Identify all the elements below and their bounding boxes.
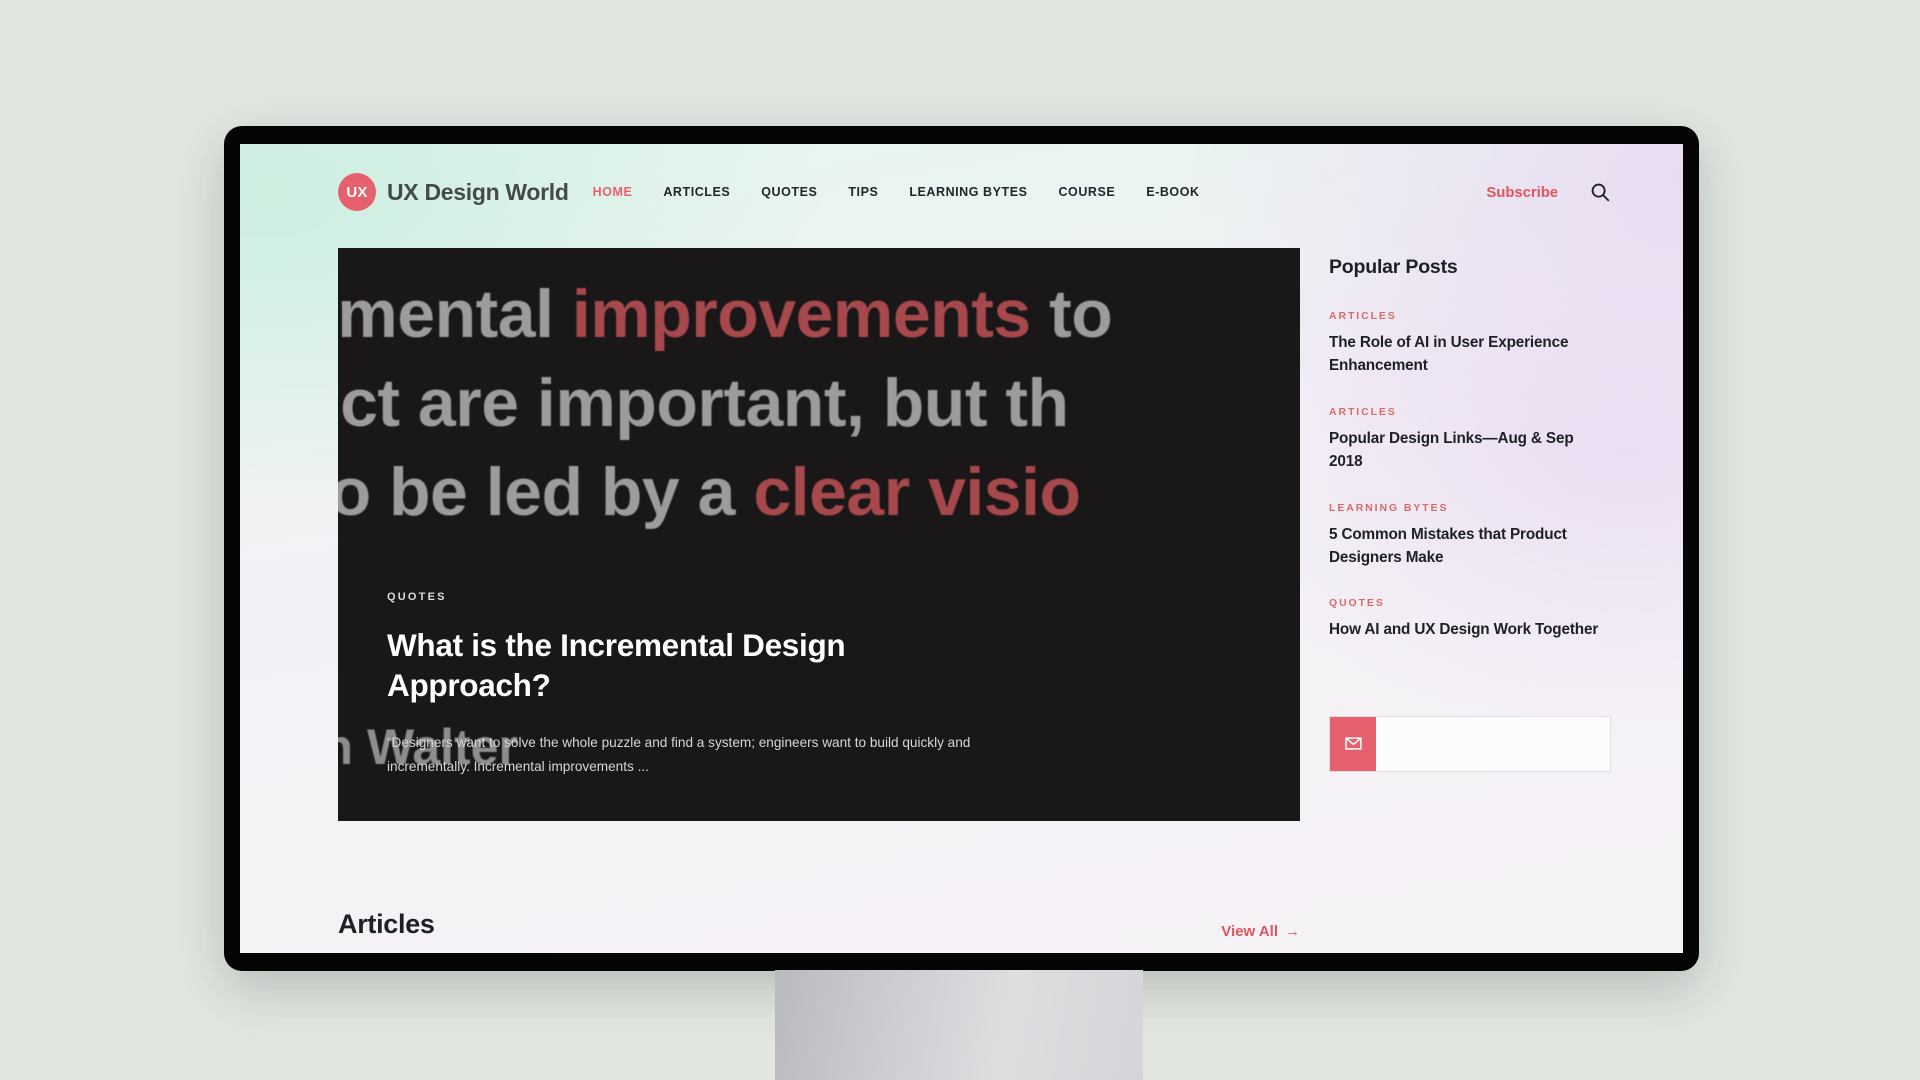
hero-excerpt: “Designers want to solve the whole puzzl… — [387, 734, 971, 774]
newsletter-email-input[interactable] — [1376, 716, 1610, 771]
logo-badge: UX — [338, 173, 376, 211]
popular-post-category[interactable]: QUOTES — [1329, 597, 1611, 609]
hero-title[interactable]: What is the Incremental Design Approach? — [387, 625, 947, 706]
nav-item-quotes[interactable]: QUOTES — [761, 185, 817, 199]
page-main: remental improvements to duct are import… — [338, 248, 1611, 953]
popular-post-headline[interactable]: How AI and UX Design Work Together — [1329, 618, 1611, 641]
site-name: UX Design World — [387, 178, 569, 205]
arrow-right-icon: → — [1285, 923, 1300, 940]
site-navbar: UX UX Design World HOME ARTICLES QUOTES … — [240, 144, 1683, 240]
main-content-column: remental improvements to duct are import… — [338, 248, 1300, 953]
popular-post-category[interactable]: ARTICLES — [1329, 310, 1611, 322]
popular-post-item[interactable]: ARTICLES The Role of AI in User Experien… — [1329, 310, 1611, 378]
popular-post-item[interactable]: QUOTES How AI and UX Design Work Togethe… — [1329, 597, 1611, 641]
popular-post-headline[interactable]: 5 Common Mistakes that Product Designers… — [1329, 523, 1611, 570]
monitor-stand — [775, 970, 1143, 1080]
popular-post-headline[interactable]: The Role of AI in User Experience Enhanc… — [1329, 331, 1611, 378]
subscribe-link[interactable]: Subscribe — [1486, 184, 1558, 201]
monitor-screen: UX UX Design World HOME ARTICLES QUOTES … — [240, 144, 1683, 953]
popular-post-item[interactable]: ARTICLES Popular Design Links—Aug & Sep … — [1329, 406, 1611, 474]
hero-overlay-content: QUOTES What is the Incremental Design Ap… — [387, 248, 1240, 821]
newsletter-signup-widget — [1329, 715, 1611, 772]
nav-item-ebook[interactable]: E-BOOK — [1146, 185, 1199, 199]
primary-navigation: HOME ARTICLES QUOTES TIPS LEARNING BYTES… — [593, 185, 1200, 199]
nav-item-learning-bytes[interactable]: LEARNING BYTES — [909, 185, 1027, 199]
view-all-link[interactable]: View All → — [1221, 923, 1300, 940]
navbar-actions: Subscribe — [1486, 181, 1611, 203]
site-logo[interactable]: UX UX Design World — [338, 173, 569, 211]
articles-section-header: Articles View All → — [338, 909, 1300, 940]
sidebar: Popular Posts ARTICLES The Role of AI in… — [1329, 248, 1611, 953]
envelope-icon — [1330, 716, 1376, 771]
hero-category-label[interactable]: QUOTES — [387, 591, 1240, 603]
nav-item-tips[interactable]: TIPS — [848, 185, 878, 199]
popular-post-item[interactable]: LEARNING BYTES 5 Common Mistakes that Pr… — [1329, 502, 1611, 570]
popular-posts-title: Popular Posts — [1329, 256, 1458, 278]
search-icon[interactable] — [1589, 181, 1611, 203]
popular-post-category[interactable]: LEARNING BYTES — [1329, 502, 1611, 514]
section-title: Articles — [338, 909, 435, 939]
nav-item-home[interactable]: HOME — [593, 185, 633, 199]
view-all-label: View All — [1221, 923, 1278, 940]
popular-post-category[interactable]: ARTICLES — [1329, 406, 1611, 418]
featured-post-card[interactable]: remental improvements to duct are import… — [338, 248, 1300, 821]
popular-post-headline[interactable]: Popular Design Links—Aug & Sep 2018 — [1329, 427, 1611, 474]
monitor-mockup: UX UX Design World HOME ARTICLES QUOTES … — [224, 126, 1699, 971]
nav-item-course[interactable]: COURSE — [1058, 185, 1115, 199]
website-page: UX UX Design World HOME ARTICLES QUOTES … — [240, 144, 1683, 953]
nav-item-articles[interactable]: ARTICLES — [663, 185, 730, 199]
